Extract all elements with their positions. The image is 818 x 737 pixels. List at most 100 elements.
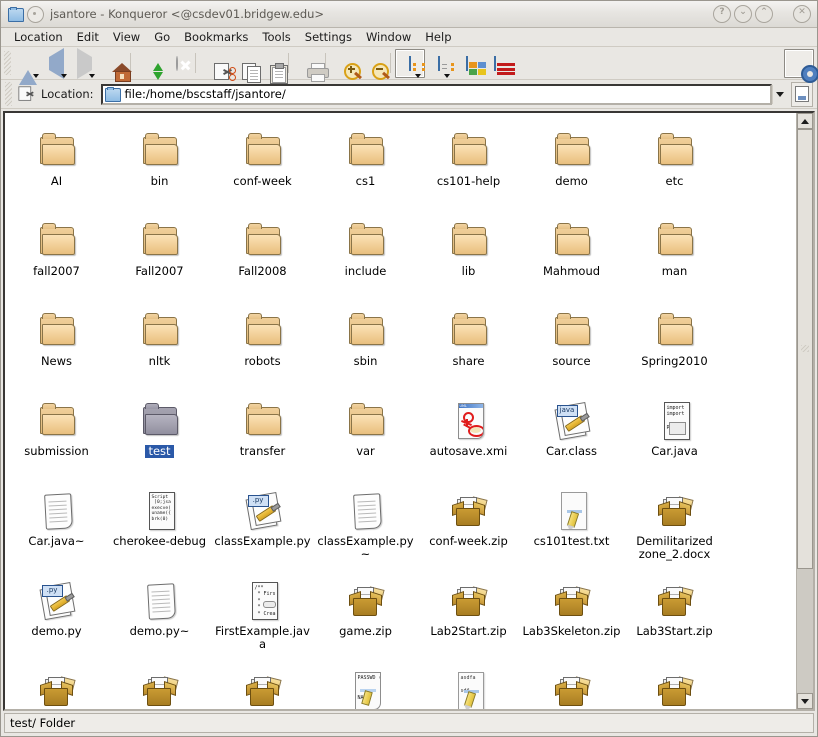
menu-tools[interactable]: Tools xyxy=(255,29,297,45)
file-icon-wrap: .py xyxy=(36,575,78,621)
folder-item[interactable]: cs101-help xyxy=(417,121,520,211)
file-item[interactable]: nltk-data-0.9.2.zip xyxy=(623,661,726,709)
file-item[interactable]: /** * Firs * * * Crea FirstExample.java xyxy=(211,571,314,661)
folder-item[interactable]: demo xyxy=(520,121,623,211)
vertical-scrollbar[interactable] xyxy=(796,113,813,709)
menu-settings[interactable]: Settings xyxy=(298,29,359,45)
location-input[interactable]: file:/home/bscstaff/jsantore/ xyxy=(100,83,772,105)
folder-icon xyxy=(36,219,78,261)
folder-item[interactable]: var xyxy=(314,391,417,481)
folder-item[interactable]: sbin xyxy=(314,301,417,391)
folder-item[interactable]: News xyxy=(5,301,108,391)
file-item[interactable]: Lab2Start.zip xyxy=(417,571,520,661)
menu-location[interactable]: Location xyxy=(7,29,70,45)
folder-item[interactable]: fall2007 xyxy=(5,211,108,301)
file-item[interactable]: lab4.zip xyxy=(108,661,211,709)
file-item[interactable]: game.zip xyxy=(314,571,417,661)
folder-item[interactable]: AI xyxy=(5,121,108,211)
file-item[interactable]: asdfa sdf#new.txt# xyxy=(417,661,520,709)
folder-item[interactable]: transfer xyxy=(211,391,314,481)
folder-item[interactable]: test xyxy=(108,391,211,481)
folder-item[interactable]: man xyxy=(623,211,726,301)
folder-item[interactable]: cs1 xyxy=(314,121,417,211)
file-item[interactable]: .py classExample.py xyxy=(211,481,314,571)
location-dropdown-button[interactable] xyxy=(772,84,787,104)
toolbar-grip[interactable] xyxy=(4,51,11,75)
folder-item[interactable]: Fall2008 xyxy=(211,211,314,301)
menu-go[interactable]: Go xyxy=(147,29,177,45)
file-item[interactable]: Lab3Start.zip xyxy=(623,571,726,661)
file-item[interactable]: Script ]0;jsa execve( uname({ brk(0) cher… xyxy=(108,481,211,571)
menu-view[interactable]: View xyxy=(106,29,147,45)
multicolumn-view-button[interactable] xyxy=(453,50,486,77)
folder-item[interactable]: nltk xyxy=(108,301,211,391)
reload-button[interactable] xyxy=(135,50,163,80)
file-item[interactable]: nltk-0.9.2.tar.gz xyxy=(520,661,623,709)
file-item[interactable]: java Car.class xyxy=(520,391,623,481)
file-item[interactable]: mommy.zip xyxy=(211,661,314,709)
window-controls: ? ⌄ ⌃ ✕ xyxy=(713,5,811,23)
clear-location-button[interactable] xyxy=(791,81,813,107)
scroll-down-button[interactable] xyxy=(797,693,813,709)
paste-button[interactable] xyxy=(256,50,288,84)
detail-view-button[interactable] xyxy=(481,50,515,77)
folder-item[interactable]: include xyxy=(314,211,417,301)
file-item[interactable]: conf-week.zip xyxy=(417,481,520,571)
location-bar-grip[interactable] xyxy=(5,82,12,106)
window-menu-icon[interactable] xyxy=(27,5,44,23)
zoom-out-button[interactable] xyxy=(358,50,390,80)
print-button[interactable] xyxy=(293,50,329,82)
menu-edit[interactable]: Edit xyxy=(70,29,106,45)
file-item[interactable]: .py demo.py xyxy=(5,571,108,661)
stop-button[interactable] xyxy=(163,50,191,77)
scroll-up-button[interactable] xyxy=(797,113,813,129)
menu-window[interactable]: Window xyxy=(359,29,418,45)
folder-item[interactable]: Mahmoud xyxy=(520,211,623,301)
file-item[interactable]: classExample.py~ xyxy=(314,481,417,571)
tree-view-button[interactable] xyxy=(425,50,454,78)
file-item[interactable]: Demilitarized zone_2.docx xyxy=(623,481,726,571)
archive-icon xyxy=(654,489,696,531)
file-item[interactable]: cs101test.txt xyxy=(520,481,623,571)
folder-item[interactable]: etc xyxy=(623,121,726,211)
scroll-thumb[interactable] xyxy=(797,129,813,569)
file-item[interactable]: Lab3Skeleton.zip xyxy=(520,571,623,661)
icon-view[interactable]: AI bin conf-week cs1 cs101-help demo etc… xyxy=(5,113,796,709)
folder-item[interactable]: bin xyxy=(108,121,211,211)
file-label: classExample.py~ xyxy=(317,534,414,561)
copy-button[interactable] xyxy=(228,50,261,83)
back-button[interactable] xyxy=(42,47,70,79)
icon-view-button[interactable] xyxy=(395,48,425,78)
menu-help[interactable]: Help xyxy=(418,29,458,45)
location-toolbar-icon xyxy=(15,85,37,103)
cut-button[interactable] xyxy=(200,50,236,81)
folder-item[interactable]: robots xyxy=(211,301,314,391)
forward-button[interactable] xyxy=(70,47,98,79)
folder-item[interactable]: submission xyxy=(5,391,108,481)
minimize-button[interactable]: ⌄ xyxy=(734,5,752,23)
configure-button[interactable] xyxy=(784,48,818,83)
folder-item[interactable]: lib xyxy=(417,211,520,301)
file-label: Spring2010 xyxy=(641,354,708,368)
file-item[interactable]: demo.py~ xyxy=(108,571,211,661)
folder-item[interactable]: source xyxy=(520,301,623,391)
menu-bookmarks[interactable]: Bookmarks xyxy=(177,29,255,45)
chevron-down-icon xyxy=(89,73,95,78)
file-item[interactable]: PASSWD ( NAMEmy.password.manual xyxy=(314,661,417,709)
file-item[interactable]: Car.java~ xyxy=(5,481,108,571)
maximize-button[interactable]: ⌃ xyxy=(755,5,773,23)
file-label: cs101test.txt xyxy=(533,534,610,548)
folder-item[interactable]: conf-week xyxy=(211,121,314,211)
file-item[interactable]: UML autosave.xmi xyxy=(417,391,520,481)
up-button[interactable] xyxy=(14,50,42,85)
folder-item[interactable]: Spring2010 xyxy=(623,301,726,391)
help-button[interactable]: ? xyxy=(713,5,731,23)
home-button[interactable] xyxy=(98,50,132,82)
scroll-track[interactable] xyxy=(797,129,813,693)
folder-item[interactable]: Fall2007 xyxy=(108,211,211,301)
zoom-in-button[interactable] xyxy=(330,50,362,80)
file-item[interactable]: Lab4Start.zip xyxy=(5,661,108,709)
folder-item[interactable]: share xyxy=(417,301,520,391)
file-item[interactable]: import import public Car.java xyxy=(623,391,726,481)
close-button[interactable]: ✕ xyxy=(793,5,811,23)
